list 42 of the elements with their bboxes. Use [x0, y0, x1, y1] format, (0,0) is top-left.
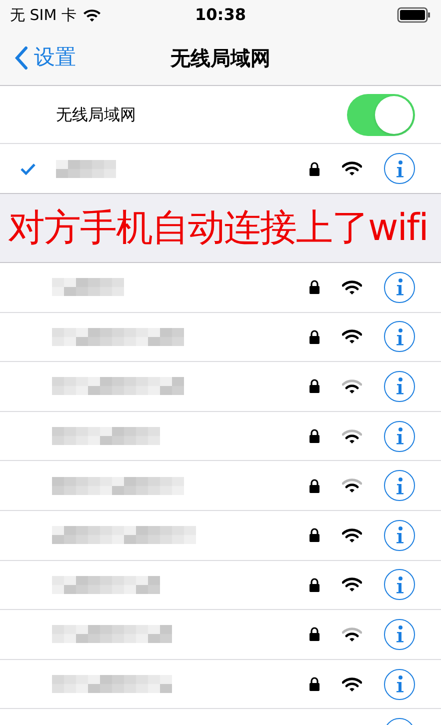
wifi-icon: [342, 577, 362, 592]
wifi-icon: [342, 528, 362, 543]
info-icon: [396, 278, 404, 296]
carrier-text: 无 SIM 卡: [10, 4, 76, 26]
info-icon: [396, 625, 404, 644]
info-icon: [396, 576, 404, 594]
info-button[interactable]: [384, 272, 415, 303]
wifi-icon: [342, 161, 362, 176]
info-icon: [396, 328, 404, 346]
back-button[interactable]: 设置: [0, 42, 76, 74]
page-title: 无线局域网: [170, 44, 270, 72]
info-button[interactable]: [384, 470, 415, 502]
info-button[interactable]: [384, 153, 415, 184]
wifi-icon: [342, 626, 362, 642]
info-icon: [396, 476, 404, 495]
wifi-icon: [342, 478, 362, 494]
wifi-status-icon: [83, 8, 102, 22]
info-icon: [396, 675, 404, 694]
info-button[interactable]: [384, 569, 415, 600]
info-icon: [396, 526, 404, 544]
battery-icon: [397, 7, 431, 23]
back-chevron-icon: [14, 46, 28, 70]
info-button[interactable]: [384, 420, 415, 452]
wifi-icon: [342, 676, 362, 692]
clock-text: 10:38: [195, 4, 246, 26]
wifi-icon: [342, 280, 362, 295]
info-icon: [396, 427, 404, 446]
pixelated-name-drawing: [56, 160, 116, 178]
info-button[interactable]: [384, 618, 415, 650]
wifi-icon: [342, 329, 362, 344]
info-icon: [396, 377, 404, 396]
info-icon: [396, 160, 404, 178]
wifi-switch[interactable]: [347, 94, 415, 136]
info-button[interactable]: [384, 668, 415, 700]
wifi-icon: [342, 378, 362, 394]
info-button[interactable]: [384, 321, 415, 352]
overlay-caption: 对方手机自动连接上了wifi: [8, 205, 428, 251]
wifi-icon: [342, 428, 362, 444]
info-button[interactable]: [384, 520, 415, 551]
info-button[interactable]: [384, 370, 415, 402]
wifi-label: 无线局域网: [56, 104, 136, 126]
pixelated-name-drawing: [52, 278, 124, 296]
